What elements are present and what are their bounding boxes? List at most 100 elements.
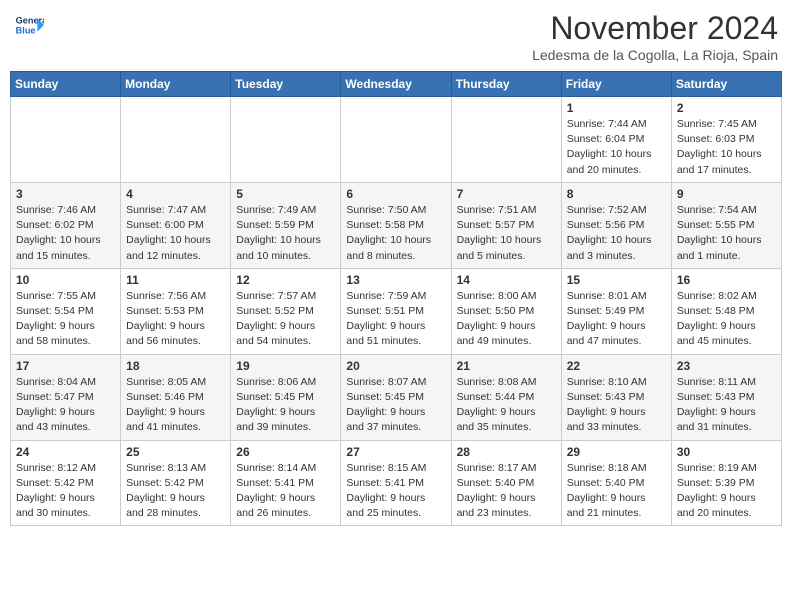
calendar-cell [121, 97, 231, 183]
day-content: Sunrise: 7:56 AM Sunset: 5:53 PM Dayligh… [126, 289, 225, 350]
calendar-week-3: 10 Sunrise: 7:55 AM Sunset: 5:54 PM Dayli… [11, 268, 782, 354]
calendar-cell: 2 Sunrise: 7:45 AM Sunset: 6:03 PM Daylig… [671, 97, 781, 183]
day-number: 7 [457, 187, 556, 201]
day-number: 13 [346, 273, 445, 287]
weekday-header-tuesday: Tuesday [231, 72, 341, 97]
calendar-cell: 3 Sunrise: 7:46 AM Sunset: 6:02 PM Daylig… [11, 182, 121, 268]
calendar-cell: 30Sunrise: 8:19 AM Sunset: 5:39 PM Dayli… [671, 440, 781, 526]
month-title: November 2024 [532, 10, 778, 47]
day-number: 23 [677, 359, 776, 373]
day-number: 8 [567, 187, 666, 201]
calendar-cell: 7 Sunrise: 7:51 AM Sunset: 5:57 PM Daylig… [451, 182, 561, 268]
weekday-header-sunday: Sunday [11, 72, 121, 97]
calendar-cell: 17 Sunrise: 8:04 AM Sunset: 5:47 PM Dayli… [11, 354, 121, 440]
calendar-cell: 25 Sunrise: 8:13 AM Sunset: 5:42 PM Dayli… [121, 440, 231, 526]
calendar-week-4: 17 Sunrise: 8:04 AM Sunset: 5:47 PM Dayli… [11, 354, 782, 440]
day-number: 22 [567, 359, 666, 373]
calendar-cell: 14 Sunrise: 8:00 AM Sunset: 5:50 PM Dayli… [451, 268, 561, 354]
day-number: 12 [236, 273, 335, 287]
day-number: 9 [677, 187, 776, 201]
day-content: Sunrise: 7:46 AM Sunset: 6:02 PM Dayligh… [16, 203, 115, 264]
day-content: Sunrise: 8:04 AM Sunset: 5:47 PM Dayligh… [16, 375, 115, 436]
day-number: 19 [236, 359, 335, 373]
day-number: 21 [457, 359, 556, 373]
day-content: Sunrise: 7:59 AM Sunset: 5:51 PM Dayligh… [346, 289, 445, 350]
day-content: Sunrise: 8:17 AM Sunset: 5:40 PM Dayligh… [457, 461, 556, 522]
day-number: 25 [126, 445, 225, 459]
calendar-cell: 12 Sunrise: 7:57 AM Sunset: 5:52 PM Dayli… [231, 268, 341, 354]
calendar-cell: 18 Sunrise: 8:05 AM Sunset: 5:46 PM Dayli… [121, 354, 231, 440]
calendar-cell [451, 97, 561, 183]
day-number: 15 [567, 273, 666, 287]
calendar-cell: 21Sunrise: 8:08 AM Sunset: 5:44 PM Dayli… [451, 354, 561, 440]
day-number: 24 [16, 445, 115, 459]
day-content: Sunrise: 7:55 AM Sunset: 5:54 PM Dayligh… [16, 289, 115, 350]
day-number: 3 [16, 187, 115, 201]
day-number: 14 [457, 273, 556, 287]
day-content: Sunrise: 7:52 AM Sunset: 5:56 PM Dayligh… [567, 203, 666, 264]
calendar-cell [341, 97, 451, 183]
calendar-cell: 20 Sunrise: 8:07 AM Sunset: 5:45 PM Dayli… [341, 354, 451, 440]
day-number: 6 [346, 187, 445, 201]
day-number: 27 [346, 445, 445, 459]
day-number: 29 [567, 445, 666, 459]
day-number: 16 [677, 273, 776, 287]
calendar-cell: 5 Sunrise: 7:49 AM Sunset: 5:59 PM Daylig… [231, 182, 341, 268]
weekday-header-thursday: Thursday [451, 72, 561, 97]
calendar-cell: 26Sunrise: 8:14 AM Sunset: 5:41 PM Dayli… [231, 440, 341, 526]
day-content: Sunrise: 7:57 AM Sunset: 5:52 PM Dayligh… [236, 289, 335, 350]
calendar-cell: 27 Sunrise: 8:15 AM Sunset: 5:41 PM Dayli… [341, 440, 451, 526]
day-number: 18 [126, 359, 225, 373]
calendar-cell: 1 Sunrise: 7:44 AM Sunset: 6:04 PM Daylig… [561, 97, 671, 183]
day-content: Sunrise: 8:06 AM Sunset: 5:45 PM Dayligh… [236, 375, 335, 436]
day-content: Sunrise: 8:10 AM Sunset: 5:43 PM Dayligh… [567, 375, 666, 436]
day-number: 17 [16, 359, 115, 373]
logo: General Blue [14, 10, 44, 40]
day-number: 2 [677, 101, 776, 115]
day-content: Sunrise: 7:51 AM Sunset: 5:57 PM Dayligh… [457, 203, 556, 264]
day-content: Sunrise: 7:45 AM Sunset: 6:03 PM Dayligh… [677, 117, 776, 178]
day-content: Sunrise: 7:47 AM Sunset: 6:00 PM Dayligh… [126, 203, 225, 264]
weekday-header-row: SundayMondayTuesdayWednesdayThursdayFrid… [11, 72, 782, 97]
calendar-cell: 9 Sunrise: 7:54 AM Sunset: 5:55 PM Daylig… [671, 182, 781, 268]
calendar-cell: 28 Sunrise: 8:17 AM Sunset: 5:40 PM Dayli… [451, 440, 561, 526]
day-content: Sunrise: 7:54 AM Sunset: 5:55 PM Dayligh… [677, 203, 776, 264]
calendar-week-5: 24Sunrise: 8:12 AM Sunset: 5:42 PM Dayli… [11, 440, 782, 526]
weekday-header-friday: Friday [561, 72, 671, 97]
day-number: 1 [567, 101, 666, 115]
calendar-table: SundayMondayTuesdayWednesdayThursdayFrid… [10, 71, 782, 526]
day-number: 4 [126, 187, 225, 201]
calendar-cell: 29 Sunrise: 8:18 AM Sunset: 5:40 PM Dayli… [561, 440, 671, 526]
calendar-cell: 6Sunrise: 7:50 AM Sunset: 5:58 PM Daylig… [341, 182, 451, 268]
calendar-cell: 8 Sunrise: 7:52 AM Sunset: 5:56 PM Daylig… [561, 182, 671, 268]
calendar-cell [11, 97, 121, 183]
day-number: 5 [236, 187, 335, 201]
calendar-cell: 11Sunrise: 7:56 AM Sunset: 5:53 PM Dayli… [121, 268, 231, 354]
calendar-cell: 16Sunrise: 8:02 AM Sunset: 5:48 PM Dayli… [671, 268, 781, 354]
day-number: 20 [346, 359, 445, 373]
day-number: 26 [236, 445, 335, 459]
day-number: 10 [16, 273, 115, 287]
calendar-cell: 10 Sunrise: 7:55 AM Sunset: 5:54 PM Dayli… [11, 268, 121, 354]
calendar-cell: 15Sunrise: 8:01 AM Sunset: 5:49 PM Dayli… [561, 268, 671, 354]
calendar-cell: 23 Sunrise: 8:11 AM Sunset: 5:43 PM Dayli… [671, 354, 781, 440]
day-content: Sunrise: 7:44 AM Sunset: 6:04 PM Dayligh… [567, 117, 666, 178]
calendar-week-2: 3 Sunrise: 7:46 AM Sunset: 6:02 PM Daylig… [11, 182, 782, 268]
calendar-week-1: 1 Sunrise: 7:44 AM Sunset: 6:04 PM Daylig… [11, 97, 782, 183]
day-number: 28 [457, 445, 556, 459]
day-content: Sunrise: 8:18 AM Sunset: 5:40 PM Dayligh… [567, 461, 666, 522]
day-content: Sunrise: 7:49 AM Sunset: 5:59 PM Dayligh… [236, 203, 335, 264]
calendar-cell: 19 Sunrise: 8:06 AM Sunset: 5:45 PM Dayli… [231, 354, 341, 440]
page-header: General Blue November 2024 Ledesma de la… [10, 10, 782, 63]
calendar-cell: 22 Sunrise: 8:10 AM Sunset: 5:43 PM Dayli… [561, 354, 671, 440]
day-content: Sunrise: 8:15 AM Sunset: 5:41 PM Dayligh… [346, 461, 445, 522]
day-content: Sunrise: 8:13 AM Sunset: 5:42 PM Dayligh… [126, 461, 225, 522]
day-content: Sunrise: 8:11 AM Sunset: 5:43 PM Dayligh… [677, 375, 776, 436]
day-content: Sunrise: 8:00 AM Sunset: 5:50 PM Dayligh… [457, 289, 556, 350]
day-content: Sunrise: 8:07 AM Sunset: 5:45 PM Dayligh… [346, 375, 445, 436]
weekday-header-monday: Monday [121, 72, 231, 97]
logo-icon: General Blue [14, 10, 44, 40]
svg-text:Blue: Blue [16, 25, 36, 35]
day-content: Sunrise: 8:05 AM Sunset: 5:46 PM Dayligh… [126, 375, 225, 436]
calendar-cell [231, 97, 341, 183]
